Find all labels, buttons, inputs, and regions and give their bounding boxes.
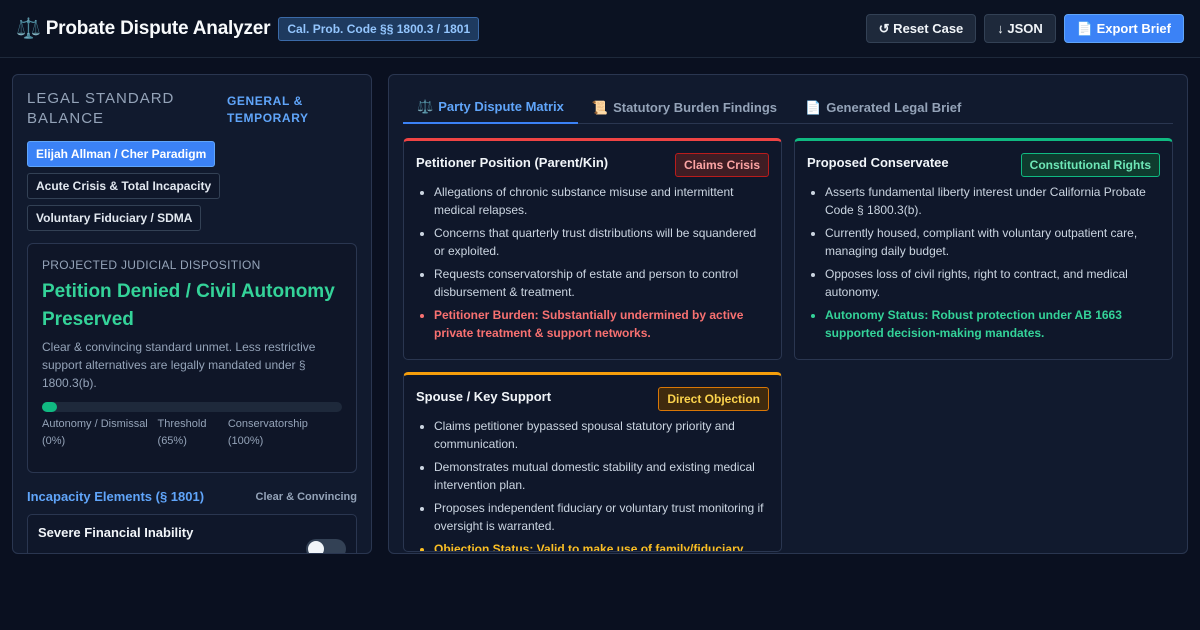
card-title: Proposed Conservatee	[807, 155, 949, 170]
list-item: Asserts fundamental liberty interest und…	[825, 183, 1160, 219]
likelihood-bar	[42, 402, 342, 412]
paradigm-voluntary-fiduciary[interactable]: Voluntary Fiduciary / SDMA	[27, 205, 202, 231]
card-title: Petitioner Position (Parent/Kin)	[416, 155, 609, 170]
analysis-panel: ⚖️ Party Dispute Matrix 📜 Statutory Burd…	[388, 74, 1188, 554]
status-badge: Constitutional Rights	[1020, 153, 1160, 177]
likelihood-scale: Autonomy / Dismissal (0%) Threshold (65%…	[42, 416, 342, 450]
scales-icon: ⚖️	[417, 98, 434, 114]
tab-label: Party Dispute Matrix	[438, 99, 564, 114]
legal-standard-panel: LEGAL STANDARD BALANCE GENERAL & TEMPORA…	[12, 74, 372, 554]
header-actions: ↺ Reset Case ↓ JSON 📄 Export Brief	[865, 14, 1184, 43]
elements-header: Incapacity Elements (§ 1801) Clear & Con…	[27, 489, 357, 504]
likelihood-bar-fill	[42, 402, 57, 412]
document-icon: 📄	[805, 99, 822, 115]
scale-low-label: Autonomy / Dismissal (0%)	[42, 418, 148, 447]
tab-label: Generated Legal Brief	[826, 100, 962, 115]
scales-icon: ⚖️	[16, 18, 41, 40]
scale-high-label: Conservatorship (100%)	[227, 418, 308, 447]
status-badge: Direct Objection	[658, 387, 769, 411]
element-name: Severe Financial Inability	[38, 525, 194, 540]
list-item: Opposes loss of civil rights, right to c…	[825, 265, 1160, 301]
tab-party-dispute-matrix[interactable]: ⚖️ Party Dispute Matrix	[403, 91, 578, 124]
spouse-card: Spouse / Key Support Direct Objection Cl…	[403, 372, 782, 552]
list-item: Currently housed, compliant with volunta…	[825, 224, 1160, 260]
list-item: Demonstrates mutual domestic stability a…	[434, 458, 769, 494]
paradigm-selector: Elijah Allman / Cher Paradigm Acute Cris…	[27, 141, 357, 231]
disposition-result: Petition Denied / Civil Autonomy Preserv…	[42, 281, 335, 330]
disposition-label: PROJECTED JUDICIAL DISPOSITION	[42, 258, 261, 272]
elements-title: Incapacity Elements (§ 1801)	[27, 489, 205, 504]
list-item: Claims petitioner bypassed spousal statu…	[434, 417, 769, 453]
elements-standard: Clear & Convincing	[255, 490, 357, 503]
status-line: Objection Status: Valid to make use of f…	[434, 540, 769, 551]
disposition-description: Clear & convincing standard unmet. Less …	[42, 340, 316, 390]
app-header: ⚖️ Probate Dispute Analyzer Cal. Prob. C…	[0, 0, 1200, 58]
list-item: Proposes independent fiduciary or volunt…	[434, 499, 769, 535]
analysis-tabs: ⚖️ Party Dispute Matrix 📜 Statutory Burd…	[403, 91, 1173, 124]
json-export-button[interactable]: ↓ JSON	[984, 14, 1056, 43]
conservatee-card: Proposed Conservatee Constitutional Righ…	[794, 138, 1173, 360]
tab-statutory-burden-findings[interactable]: 📜 Statutory Burden Findings	[578, 91, 791, 124]
list-item: Requests conservatorship of estate and p…	[434, 265, 769, 301]
tab-generated-legal-brief[interactable]: 📄 Generated Legal Brief	[791, 91, 975, 124]
card-title: Spouse / Key Support	[416, 389, 552, 404]
code-badge: Cal. Prob. Code §§ 1800.3 / 1801	[278, 16, 480, 41]
panel-tag: GENERAL & TEMPORARY	[227, 94, 309, 125]
list-item: Allegations of chronic substance misuse …	[434, 183, 769, 219]
list-item: Concerns that quarterly trust distributi…	[434, 224, 769, 260]
element-toggle[interactable]	[306, 539, 346, 553]
position-list: Claims petitioner bypassed spousal statu…	[416, 417, 769, 551]
reset-case-button[interactable]: ↺ Reset Case	[865, 14, 977, 43]
position-list: Asserts fundamental liberty interest und…	[807, 183, 1160, 342]
export-brief-button[interactable]: 📄 Export Brief	[1063, 14, 1184, 43]
panel-title: LEGAL STANDARD BALANCE	[27, 90, 175, 127]
paradigm-allman-cher[interactable]: Elijah Allman / Cher Paradigm	[27, 141, 216, 167]
petitioner-card: Petitioner Position (Parent/Kin) Claims …	[403, 138, 782, 360]
scroll-icon: 📜	[591, 99, 609, 115]
disposition-card: PROJECTED JUDICIAL DISPOSITION Petition …	[27, 243, 357, 473]
tab-label: Statutory Burden Findings	[613, 100, 778, 115]
scale-mid-label: Threshold (65%)	[157, 418, 207, 447]
status-badge: Claims Crisis	[674, 153, 769, 177]
toggle-knob	[308, 541, 324, 553]
status-line: Autonomy Status: Robust protection under…	[825, 306, 1160, 342]
app-title-text: Probate Dispute Analyzer	[45, 17, 271, 39]
status-line: Petitioner Burden: Substantially undermi…	[434, 306, 769, 342]
app-title: ⚖️ Probate Dispute Analyzer	[16, 16, 271, 41]
position-list: Allegations of chronic substance misuse …	[416, 183, 769, 342]
element-card: Severe Financial Inability	[27, 514, 357, 553]
paradigm-acute-crisis[interactable]: Acute Crisis & Total Incapacity	[27, 173, 221, 199]
party-matrix: Petitioner Position (Parent/Kin) Claims …	[403, 138, 1173, 552]
